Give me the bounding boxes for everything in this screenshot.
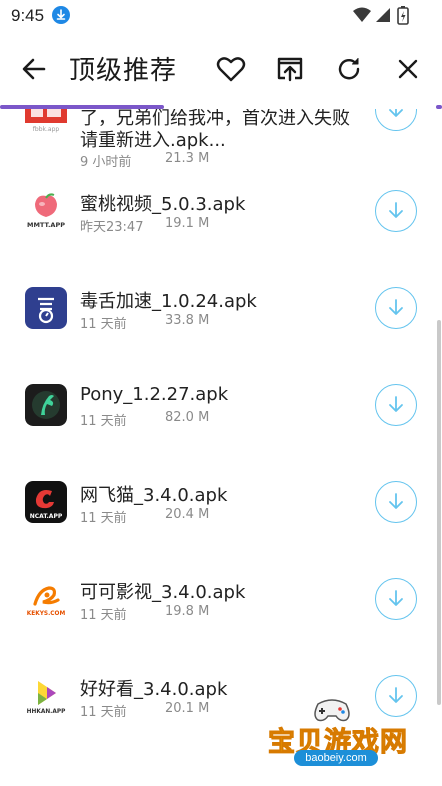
file-size: 19.1 M [165, 216, 210, 231]
file-size: 20.1 M [165, 701, 210, 716]
status-bar: 9:45 [0, 0, 442, 32]
app-toolbar: 顶级推荐 [0, 40, 442, 98]
file-name: 好好看_3.4.0.apk [80, 679, 228, 700]
wifi-icon [352, 6, 372, 29]
refresh-icon[interactable] [333, 53, 365, 85]
status-time: 9:45 [11, 6, 45, 25]
file-name: 蜜桃视频_5.0.3.apk [80, 194, 246, 215]
file-size: 20.4 M [165, 507, 210, 522]
file-name-continued: 请重新进入.apk... [80, 130, 226, 151]
svg-text:HHKAN.APP: HHKAN.APP [27, 709, 66, 715]
signal-icon [374, 6, 392, 29]
file-time: 昨天23:47 [80, 220, 144, 235]
file-name: Pony_1.2.27.apk [80, 384, 229, 405]
download-button[interactable] [375, 578, 417, 620]
site-watermark: 宝贝游戏网 baobeiy.com [262, 690, 412, 780]
back-arrow-icon[interactable] [18, 53, 50, 85]
favorite-heart-icon[interactable] [215, 53, 247, 85]
file-time: 11 天前 [80, 608, 127, 623]
close-icon[interactable] [392, 53, 424, 85]
file-size: 19.8 M [165, 604, 210, 619]
list-item[interactable]: Pony_1.2.27.apk 11 天前 82.0 M [0, 375, 442, 472]
open-in-browser-icon[interactable] [274, 53, 306, 85]
file-time: 11 天前 [80, 511, 127, 526]
list-item[interactable]: MMTT.APP 蜜桃视频_5.0.3.apk 昨天23:47 19.1 M [0, 181, 442, 278]
ncat-logo-icon: NCAT.APP [25, 481, 67, 523]
page-title: 顶级推荐 [69, 56, 178, 86]
peach-logo-icon: MMTT.APP [25, 190, 67, 232]
pony-logo-icon [25, 384, 67, 426]
kekys-logo-icon: KEKYS.COM [25, 578, 67, 620]
file-name: 可可影视_3.4.0.apk [80, 582, 246, 603]
download-button[interactable] [375, 384, 417, 426]
file-time: 11 天前 [80, 414, 127, 429]
file-time: 9 小时前 [80, 155, 132, 170]
file-size: 82.0 M [165, 410, 210, 425]
hhkan-logo-icon: HHKAN.APP [25, 675, 67, 717]
list-item[interactable]: 毒舌加速_1.0.24.apk 11 天前 33.8 M [0, 278, 442, 375]
download-button[interactable] [375, 109, 417, 131]
file-size: 21.3 M [165, 151, 210, 166]
battery-icon [397, 5, 409, 30]
svg-text:NCAT.APP: NCAT.APP [30, 513, 63, 520]
watermark-url: baobeiy.com [294, 750, 378, 766]
svg-text:MMTT.APP: MMTT.APP [27, 221, 65, 229]
download-button[interactable] [375, 481, 417, 523]
list-item[interactable]: KEKYS.COM 可可影视_3.4.0.apk 11 天前 19.8 M [0, 569, 442, 666]
download-status-icon [52, 6, 70, 24]
file-size: 33.8 M [165, 313, 210, 328]
accelerator-logo-icon [25, 287, 67, 329]
file-name: 网飞猫_3.4.0.apk [80, 485, 228, 506]
download-button[interactable] [375, 190, 417, 232]
svg-text:fbbk.app: fbbk.app [33, 126, 60, 133]
file-time: 11 天前 [80, 705, 127, 720]
svg-text:KEKYS.COM: KEKYS.COM [27, 611, 66, 617]
file-time: 11 天前 [80, 317, 127, 332]
app-logo-banner-icon: fbbk.app [25, 109, 67, 135]
download-list: fbbk.app 了，兄弟们给我冲，首次进入失败 请重新进入.apk... 9 … [0, 109, 442, 786]
file-name: 毒舌加速_1.0.24.apk [80, 291, 257, 312]
scrollbar[interactable] [437, 320, 441, 705]
download-button[interactable] [375, 287, 417, 329]
list-item[interactable]: NCAT.APP 网飞猫_3.4.0.apk 11 天前 20.4 M [0, 472, 442, 569]
